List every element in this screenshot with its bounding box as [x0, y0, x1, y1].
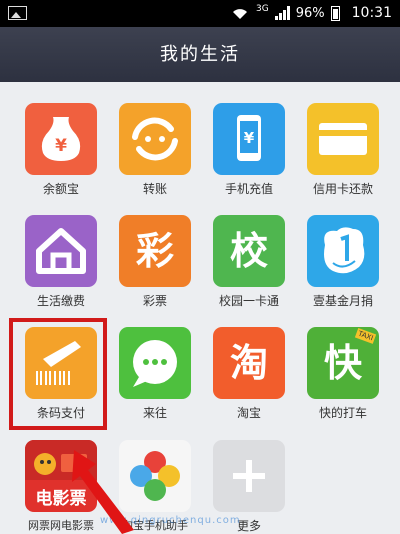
phone-icon: ¥	[237, 115, 261, 161]
page-title: 我的生活	[0, 27, 400, 82]
wifi-icon	[233, 9, 248, 19]
money-bag-icon: ¥	[41, 117, 81, 161]
app-label: 来往	[142, 406, 167, 420]
lottery-icon: 彩	[135, 229, 174, 273]
battery-percent: 96%	[295, 5, 325, 21]
picture-notification-icon	[8, 6, 27, 20]
taobao-icon: 淘	[229, 341, 268, 385]
app-lottery[interactable]: 彩	[119, 215, 191, 287]
app-transfer[interactable]	[119, 103, 191, 175]
chat-bubble-icon	[133, 340, 177, 387]
app-utility-bills[interactable]	[25, 215, 97, 287]
app-label: 校园一卡通	[218, 294, 279, 308]
app-label: 转账	[142, 182, 167, 196]
svg-text:¥: ¥	[244, 129, 255, 147]
app-label: 壹基金月捐	[312, 294, 373, 308]
status-indicators: 3G 96% 10:31	[230, 4, 392, 21]
svg-text:¥: ¥	[55, 136, 67, 156]
app-campus-card[interactable]: 校	[213, 215, 285, 287]
app-label: 彩票	[142, 294, 167, 308]
app-yuebao[interactable]: ¥	[25, 103, 97, 175]
app-label: 信用卡还款	[312, 182, 373, 196]
pointer-arrow-icon	[72, 450, 134, 534]
app-one-foundation[interactable]	[307, 215, 379, 287]
app-credit-card[interactable]	[307, 103, 379, 175]
app-label: 生活缴费	[36, 294, 85, 308]
campus-icon: 校	[229, 229, 268, 273]
house-icon	[36, 228, 86, 274]
app-label: 快的打车	[318, 406, 367, 420]
battery-icon	[330, 5, 340, 21]
app-label: 手机充值	[224, 182, 273, 196]
app-taobao[interactable]: 淘	[213, 327, 285, 399]
app-label: 余额宝	[42, 182, 79, 196]
credit-card-icon	[319, 123, 367, 155]
app-mobile-recharge[interactable]: ¥	[213, 103, 285, 175]
signal-icon	[274, 6, 290, 20]
status-bar: 3G 96% 10:31	[0, 0, 400, 27]
app-kuaidi-taxi[interactable]: 快 TAXI	[307, 327, 379, 399]
transfer-arrows-icon	[132, 117, 178, 161]
app-laiwang[interactable]	[119, 327, 191, 399]
app-more[interactable]	[213, 440, 285, 512]
one-foundation-icon	[324, 227, 365, 274]
highlight-box	[9, 318, 107, 430]
plus-icon	[233, 460, 265, 492]
clock: 10:31	[351, 5, 392, 21]
network-type: 3G	[256, 4, 269, 14]
app-label: 淘宝	[236, 406, 261, 420]
